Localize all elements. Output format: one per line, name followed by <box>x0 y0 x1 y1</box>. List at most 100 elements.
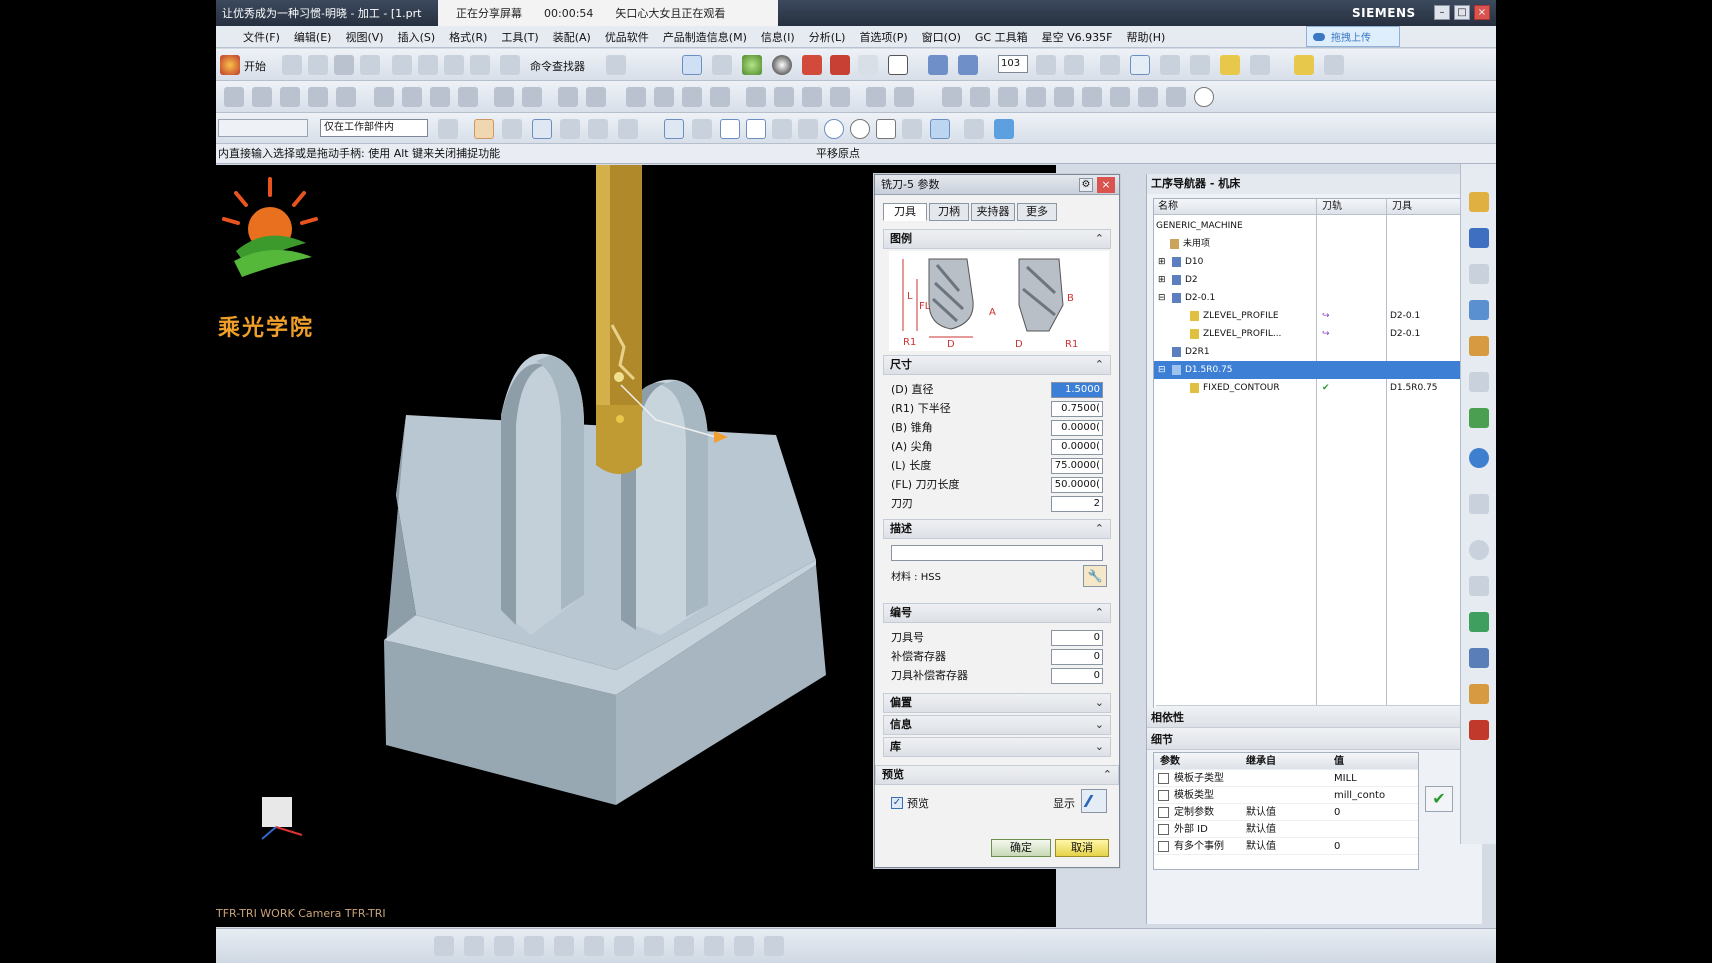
ruler-icon[interactable] <box>1294 55 1314 75</box>
taper-angle-input[interactable]: 0.0000( <box>1051 420 1103 436</box>
tree-row-zlevel-1[interactable]: ZLEVEL_PROFILE ↪ D2-0.1 <box>1154 307 1472 325</box>
start-icon[interactable] <box>220 55 240 75</box>
section-library[interactable]: 库 ⌄ <box>883 737 1111 757</box>
perpendicular-icon[interactable] <box>798 119 818 139</box>
open-file-icon[interactable] <box>308 55 328 75</box>
brush-icon[interactable] <box>1166 87 1186 107</box>
minimize-button[interactable]: – <box>1434 5 1450 20</box>
postprocess-icon[interactable] <box>1250 55 1270 75</box>
preview-checkbox[interactable]: ✓ <box>891 797 903 809</box>
navigator-tab-icon[interactable] <box>1469 192 1489 212</box>
workpiece-base[interactable] <box>384 415 826 805</box>
unknown-tool-icon[interactable] <box>1469 720 1489 740</box>
ok-button[interactable]: 确定 <box>991 839 1051 857</box>
forward-icon[interactable] <box>970 87 990 107</box>
menu-plugin[interactable]: 优品软件 <box>598 29 656 45</box>
column-toolpath[interactable]: 刀轨 <box>1322 199 1342 215</box>
section-preview[interactable]: 预览 ⌃ <box>875 765 1119 785</box>
apply-check-button[interactable]: ✔ <box>1425 786 1453 812</box>
cancel-button[interactable]: 取消 <box>1055 839 1109 857</box>
history-icon[interactable] <box>1469 494 1489 514</box>
column-name[interactable]: 名称 <box>1158 199 1178 215</box>
diameter-input[interactable]: 1.5000 <box>1051 382 1103 398</box>
settings-gear-icon[interactable]: ⚙ <box>1079 178 1093 192</box>
menu-tools[interactable]: 工具(T) <box>494 29 545 45</box>
quadrant-icon[interactable] <box>850 119 870 139</box>
menu-xingkong[interactable]: 星空 V6.935F <box>1035 29 1120 45</box>
tree-row-machine[interactable]: GENERIC_MACHINE <box>1154 217 1472 235</box>
center-snap-icon[interactable] <box>824 119 844 139</box>
tag-icon[interactable] <box>1138 87 1158 107</box>
simulate-icon[interactable] <box>1220 55 1240 75</box>
menu-preferences[interactable]: 首选项(P) <box>852 29 914 45</box>
system-materials-icon[interactable] <box>1469 576 1489 596</box>
material-library-button[interactable]: 🔧 <box>1083 565 1107 587</box>
tab-more[interactable]: 更多 <box>1017 203 1057 221</box>
description-input[interactable] <box>891 545 1103 561</box>
command-finder[interactable]: 命令查找器 <box>530 58 585 74</box>
section-offset[interactable]: 偏置 ⌄ <box>883 693 1111 713</box>
tree-row-d2r1[interactable]: D2R1 <box>1154 343 1472 361</box>
chart-icon[interactable] <box>1130 55 1150 75</box>
geometry-view-icon[interactable] <box>430 87 450 107</box>
collapse-minus-icon[interactable]: ⊟ <box>1158 361 1166 379</box>
bottom-tool-icon[interactable] <box>584 936 604 956</box>
display-holder-icon[interactable] <box>522 87 542 107</box>
tool-holder-icon[interactable] <box>998 87 1018 107</box>
menu-view[interactable]: 视图(V) <box>338 29 390 45</box>
table-icon[interactable] <box>1036 55 1056 75</box>
back-icon[interactable] <box>942 87 962 107</box>
circle-icon[interactable] <box>1194 87 1214 107</box>
grid-icon[interactable] <box>1064 55 1084 75</box>
tree-row-d1.5r0.75[interactable]: ⊟ D1.5R0.75 <box>1154 361 1472 379</box>
toolpath-icon[interactable] <box>1100 55 1120 75</box>
bottom-tool-icon[interactable] <box>524 936 544 956</box>
line-snap-icon[interactable] <box>720 119 740 139</box>
point-on-curve-icon[interactable] <box>902 119 922 139</box>
roles-icon[interactable] <box>1469 684 1489 704</box>
tab-shank[interactable]: 刀柄 <box>929 203 969 221</box>
menu-insert[interactable]: 插入(S) <box>391 29 443 45</box>
verify-icon[interactable] <box>1190 55 1210 75</box>
start-menu-label[interactable]: 开始 <box>244 58 266 74</box>
bottom-tool-icon[interactable] <box>614 936 634 956</box>
menu-edit[interactable]: 编辑(E) <box>287 29 339 45</box>
paste-icon[interactable] <box>444 55 464 75</box>
menu-gc-toolkit[interactable]: GC 工具箱 <box>968 29 1035 45</box>
bottom-tool-icon[interactable] <box>734 936 754 956</box>
cut-icon[interactable] <box>392 55 412 75</box>
create-tool-icon[interactable] <box>252 87 272 107</box>
feature-icon[interactable] <box>1026 87 1046 107</box>
close-button[interactable]: × <box>1474 5 1490 20</box>
column-tool[interactable]: 刀具 <box>1392 199 1412 215</box>
print-icon[interactable] <box>360 55 380 75</box>
menu-format[interactable]: 格式(R) <box>442 29 494 45</box>
scope-filter-select[interactable]: 仅在工作部件内 <box>320 119 428 137</box>
expand-plus-icon[interactable]: ⊞ <box>1158 253 1166 271</box>
tree-row-d10[interactable]: ⊞ D10 <box>1154 253 1472 271</box>
block-icon[interactable] <box>1054 87 1074 107</box>
create-operation-icon[interactable] <box>336 87 356 107</box>
tree-row-zlevel-2[interactable]: ZLEVEL_PROFIL... ↪ D2-0.1 <box>1154 325 1472 343</box>
edit-icon[interactable] <box>558 87 578 107</box>
create-program-icon[interactable] <box>224 87 244 107</box>
transform-icon[interactable] <box>626 87 646 107</box>
menu-analysis[interactable]: 分析(L) <box>802 29 853 45</box>
palette-icon[interactable] <box>1469 612 1489 632</box>
process-studio-icon[interactable] <box>1469 648 1489 668</box>
list-icon[interactable] <box>710 87 730 107</box>
flute-length-input[interactable]: 50.0000( <box>1051 477 1103 493</box>
lower-radius-input[interactable]: 0.7500( <box>1051 401 1103 417</box>
display-tool-icon[interactable] <box>494 87 514 107</box>
rotate-icon[interactable] <box>502 119 522 139</box>
expand-plus-icon[interactable]: ⊞ <box>1158 271 1166 289</box>
flutes-input[interactable]: 2 <box>1051 496 1103 512</box>
copy-icon[interactable] <box>418 55 438 75</box>
tree-row-unused[interactable]: 未用项 <box>1154 235 1472 253</box>
menu-file[interactable]: 文件(F) <box>236 29 287 45</box>
section-description[interactable]: 描述 ⌃ <box>883 519 1111 539</box>
layer-icon[interactable] <box>830 55 850 75</box>
background-icon[interactable] <box>888 55 908 75</box>
display-tool-button[interactable] <box>1081 789 1107 813</box>
shading-icon[interactable] <box>772 55 792 75</box>
